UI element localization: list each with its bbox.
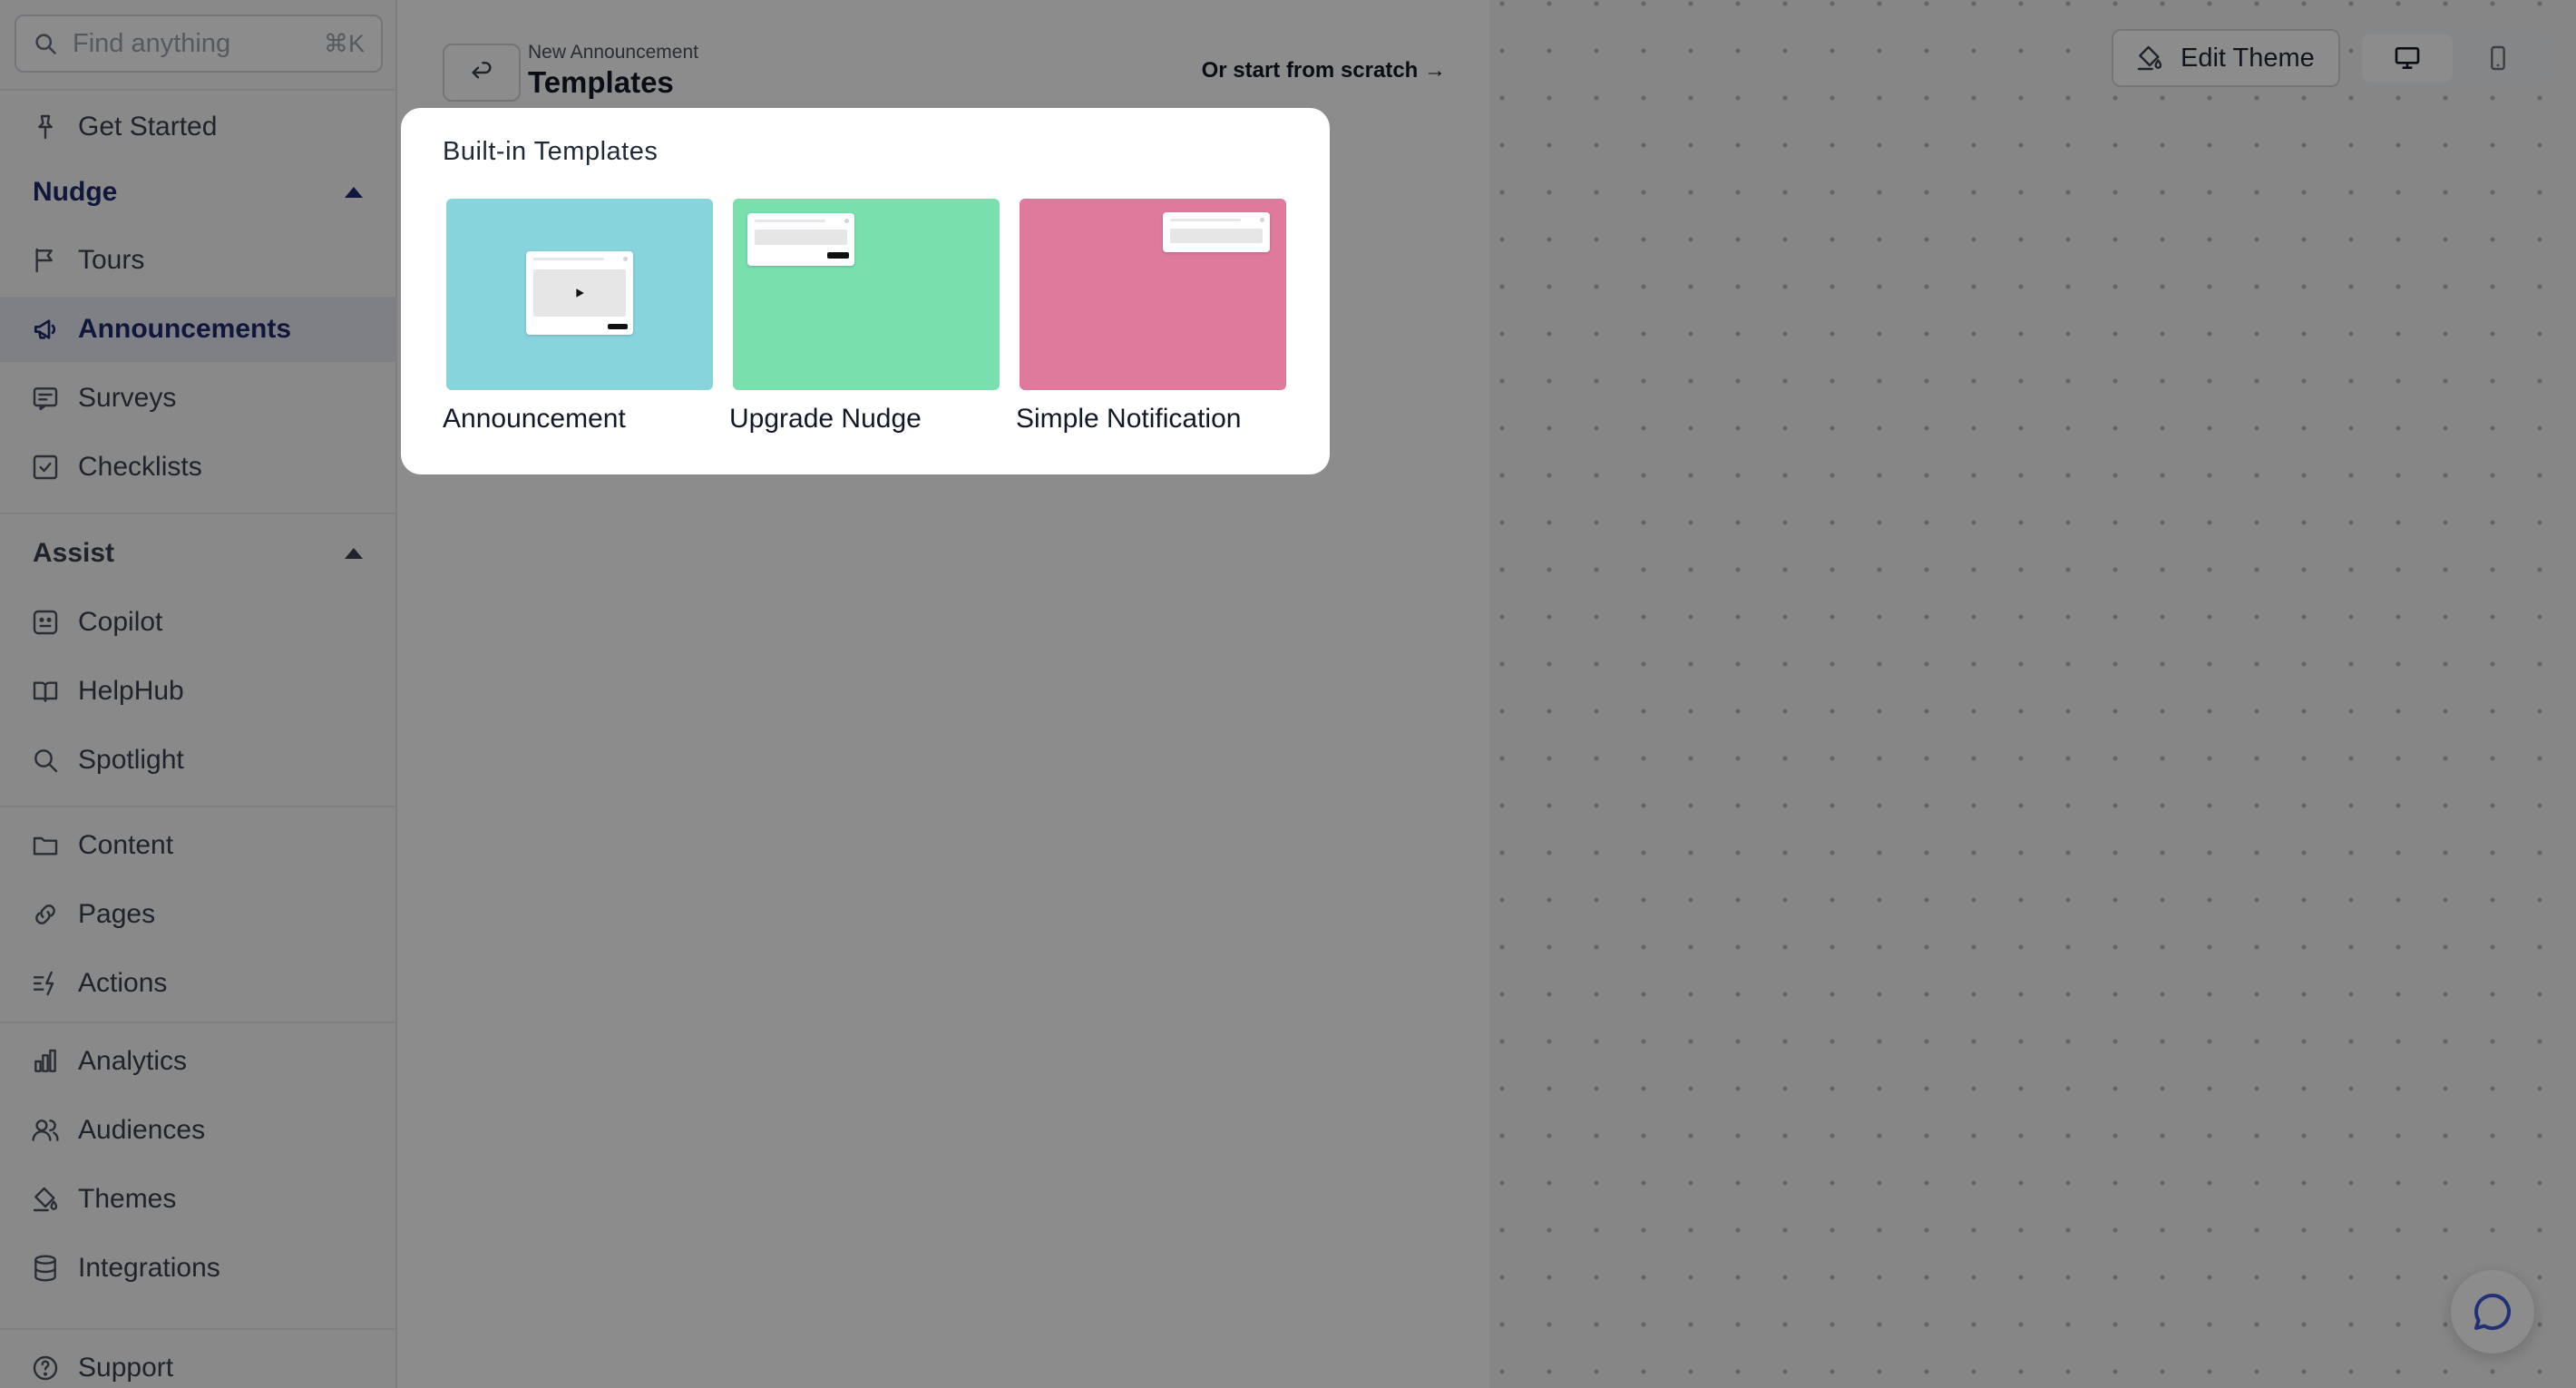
mockup-line bbox=[533, 258, 604, 260]
template-name: Upgrade Nudge bbox=[729, 404, 922, 434]
mockup-close-dot bbox=[1260, 218, 1264, 222]
template-name: Simple Notification bbox=[1016, 404, 1242, 434]
modal-title: Built-in Templates bbox=[443, 137, 659, 166]
template-card-upgrade-nudge[interactable]: Upgrade Nudge bbox=[729, 199, 1000, 434]
template-name: Announcement bbox=[443, 404, 626, 434]
template-thumbnail bbox=[1020, 199, 1286, 390]
mockup-close-dot bbox=[844, 219, 849, 223]
mockup-button bbox=[827, 252, 849, 259]
modal-mockup bbox=[747, 213, 854, 266]
modal-mockup bbox=[526, 251, 633, 335]
play-icon bbox=[576, 288, 584, 298]
template-card-announcement[interactable]: Announcement bbox=[443, 199, 713, 434]
mockup-button bbox=[608, 324, 628, 329]
mockup-line bbox=[1170, 219, 1241, 221]
mockup-close-dot bbox=[623, 257, 628, 261]
mockup-line bbox=[755, 220, 825, 222]
content-placeholder bbox=[1170, 229, 1263, 243]
template-card-simple-notification[interactable]: Simple Notification bbox=[1016, 199, 1286, 434]
content-placeholder bbox=[755, 230, 847, 245]
template-thumbnail bbox=[733, 199, 1000, 390]
templates-modal: Built-in Templates Announcement Upgrade … bbox=[401, 108, 1330, 474]
modal-mockup bbox=[1163, 212, 1270, 252]
template-thumbnail bbox=[446, 199, 713, 390]
